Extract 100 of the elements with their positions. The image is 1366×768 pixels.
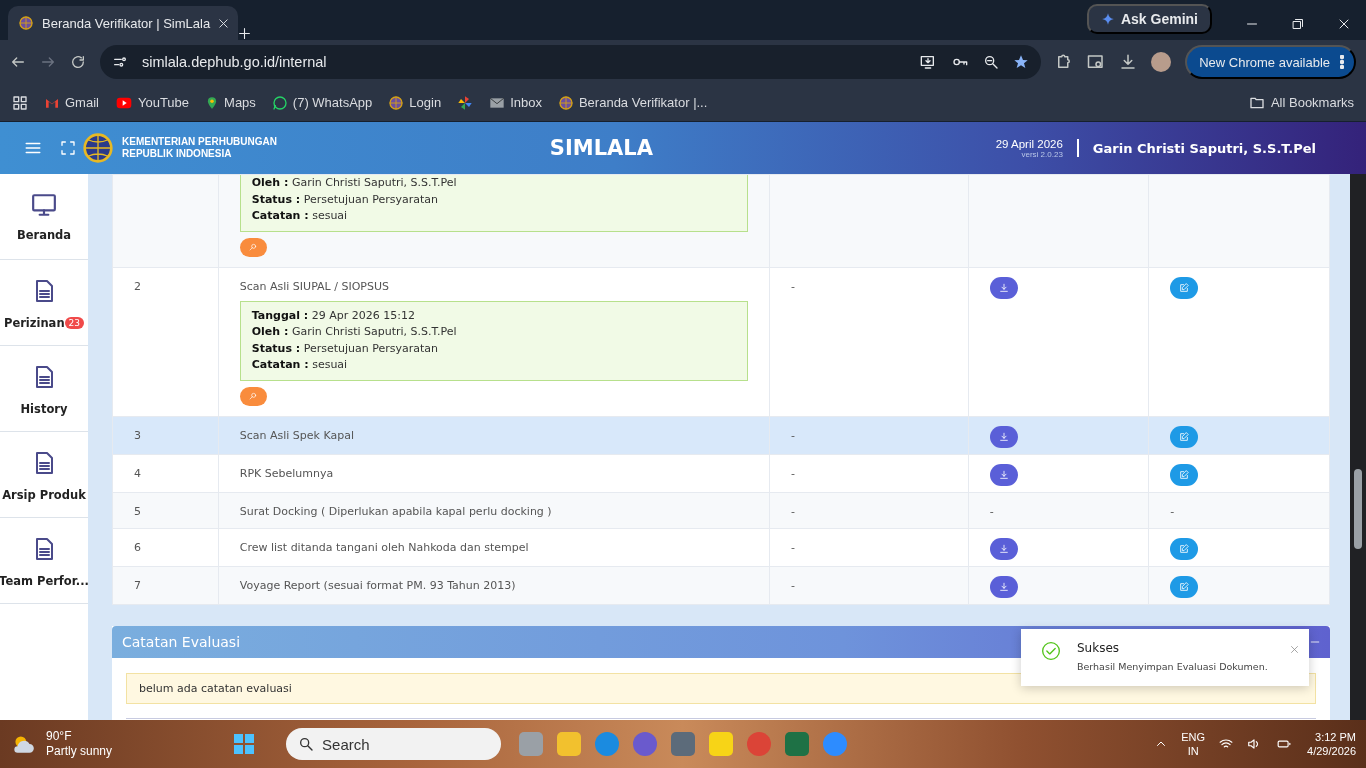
log-line: Oleh : Garin Christi Saputri, S.S.T.Pel (251, 175, 458, 191)
edit-icon (1179, 543, 1190, 554)
row-number: 2 (134, 279, 141, 293)
edit-button[interactable] (1170, 537, 1199, 560)
scrollbar[interactable] (1350, 174, 1366, 720)
document-name: Scan Asli SIUPAL / SIOPSUS (239, 279, 389, 293)
bookmark-link[interactable]: Login (388, 94, 442, 111)
address-bar[interactable]: simlala.dephub.go.id/internal (100, 45, 1042, 79)
region: IN (1187, 744, 1199, 758)
all-bookmarks-link[interactable]: All Bookmarks (1247, 94, 1354, 111)
download-icon (998, 431, 1009, 442)
close-icon (1338, 18, 1350, 30)
taskbar-app-icon[interactable] (519, 732, 544, 756)
check-circle-icon (1041, 641, 1061, 661)
log-line: Tanggal : 29 Apr 2026 15:12 (251, 307, 416, 324)
edit-icon (1179, 431, 1190, 442)
zoom-icon (983, 54, 1000, 70)
sidebar-item[interactable]: Beranda (0, 174, 88, 260)
close-icon (1290, 645, 1299, 654)
empty-cell-text: - (989, 504, 994, 518)
language: ENG (1181, 730, 1206, 744)
row-number: 7 (134, 578, 141, 592)
bookmark-link[interactable]: (7) WhatsApp (271, 94, 373, 111)
row-number: 6 (134, 540, 141, 554)
wifi-icon (1219, 737, 1234, 751)
star-icon (1013, 54, 1030, 70)
sidebar-item[interactable]: Team Perfor... (0, 518, 88, 604)
edit-button[interactable] (1170, 463, 1199, 486)
org-name: KEMENTERIAN PERHUBUNGAN (122, 136, 277, 148)
download-button[interactable] (989, 276, 1018, 299)
ask-gemini-button[interactable]: Ask Gemini (1086, 4, 1212, 34)
download-button[interactable] (989, 463, 1018, 486)
section-title: Catatan Evaluasi (122, 633, 241, 650)
site-settings-icon (112, 54, 128, 70)
weather-text: Partly sunny (46, 744, 113, 759)
sidebar-item[interactable]: Arsip Produk (0, 432, 88, 518)
globe-icon (18, 15, 34, 31)
tab-search-icon (1087, 53, 1106, 71)
log-line: Status : Persetujuan Persyaratan (251, 191, 440, 208)
row-number: 3 (134, 428, 141, 442)
pinwheel-icon (457, 94, 474, 111)
restore-icon (1292, 18, 1304, 30)
temperature: 90°F (46, 729, 73, 744)
search-icon (249, 392, 258, 400)
taskbar-search[interactable]: Search (286, 728, 502, 760)
edit-icon (1179, 581, 1190, 592)
row-number: 4 (134, 466, 141, 480)
download-button[interactable] (989, 425, 1018, 448)
table-cell: - (790, 279, 795, 293)
document-name: Scan Asli Spek Kapal (239, 428, 354, 442)
bookmark-link[interactable]: Inbox (489, 94, 542, 111)
sidebar-item[interactable]: History (0, 346, 88, 432)
log-line: Oleh : Garin Christi Saputri, S.S.T.Pel (251, 324, 458, 340)
globe-icon (557, 94, 574, 111)
sidebar-label: History (20, 401, 68, 416)
apps-grid-icon (12, 94, 28, 111)
sidebar-label: Beranda (16, 227, 72, 242)
view-button[interactable] (239, 237, 267, 257)
bookmark-link[interactable]: YouTube (114, 94, 190, 111)
download-icon (1119, 53, 1138, 71)
chat-icon (271, 94, 288, 111)
edit-button[interactable] (1170, 276, 1199, 299)
browser-tab[interactable]: Beranda Verifikator | SimLala (8, 6, 238, 40)
view-button[interactable] (239, 386, 267, 406)
clock-time: 3:12 PM (1315, 730, 1356, 744)
table-cell: - (790, 578, 795, 592)
new-tab-icon (238, 27, 251, 40)
search-icon (298, 736, 315, 752)
empty-cell-text: - (1170, 504, 1175, 518)
version-label: versi 2.0.23 (1021, 149, 1063, 159)
search-icon (249, 243, 258, 251)
log-line: Status : Persetujuan Persyaratan (251, 340, 440, 357)
document-name: RPK Sebelumnya (239, 466, 334, 480)
app-title: SIMLALA (548, 136, 654, 160)
table-cell: - (790, 540, 795, 554)
back-icon (10, 54, 26, 70)
update-button[interactable]: New Chrome available (1185, 45, 1356, 79)
count-badge: 23 (64, 316, 85, 329)
profile-avatar[interactable] (1151, 52, 1172, 72)
edit-button[interactable] (1170, 575, 1199, 598)
taskbar-app-icon[interactable] (633, 732, 658, 756)
download-button[interactable] (989, 575, 1018, 598)
sidebar-item[interactable]: Perizinan 23 (0, 260, 88, 346)
bookmark-link[interactable]: Maps (205, 94, 256, 111)
edit-button[interactable] (1170, 425, 1199, 448)
log-line: Catatan : sesuai (251, 357, 349, 373)
row-number: 5 (134, 504, 141, 518)
download-icon (998, 469, 1009, 480)
bookmark-link[interactable]: Gmail (44, 94, 99, 111)
sidebar-label: Arsip Produk (2, 487, 86, 502)
edit-icon (1179, 282, 1190, 293)
download-button[interactable] (989, 537, 1018, 560)
close-icon (218, 17, 230, 29)
log-line: Catatan : sesuai (251, 208, 349, 224)
bookmark-link[interactable]: Beranda Verifikator |... (557, 94, 708, 111)
download-icon (998, 581, 1009, 592)
org-name: REPUBLIK INDONESIA (122, 148, 233, 160)
forward-icon (40, 54, 56, 70)
download-icon (998, 282, 1009, 293)
sidebar-label: Team Perfor... (0, 573, 89, 588)
